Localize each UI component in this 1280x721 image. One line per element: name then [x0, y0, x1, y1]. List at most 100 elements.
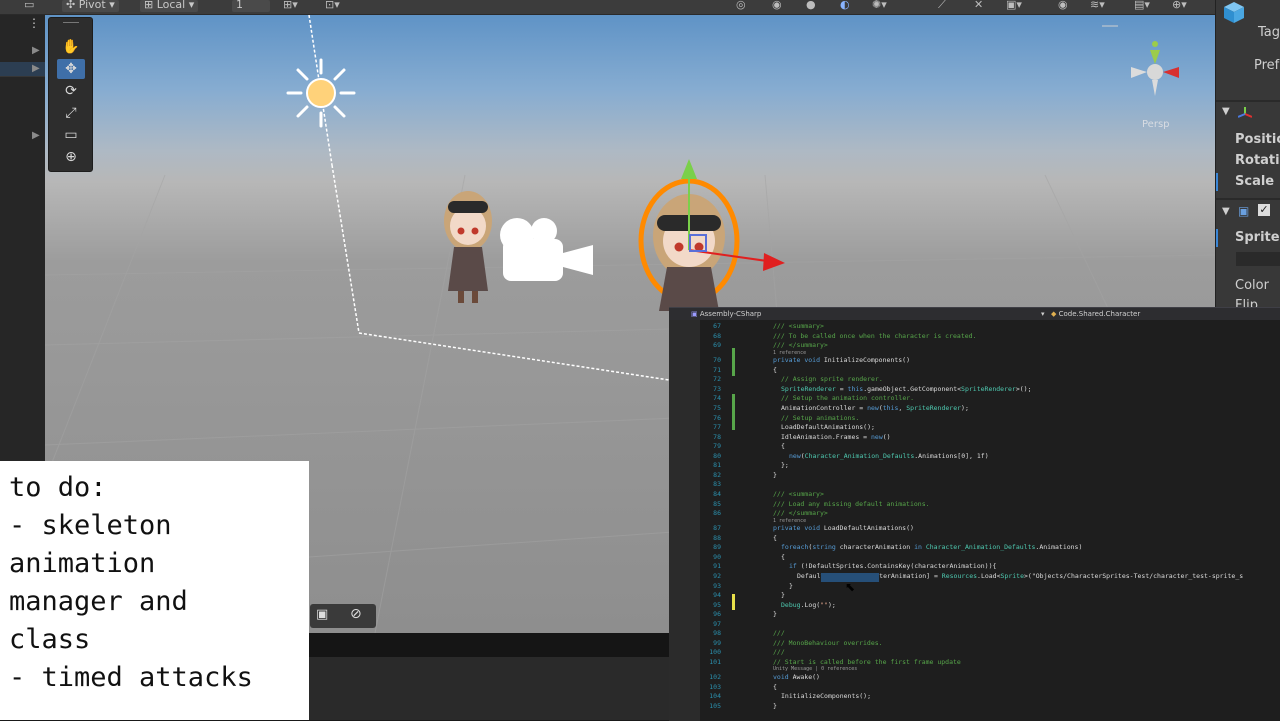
shading-mode-icon[interactable]: ◉	[772, 0, 782, 12]
compass-icon[interactable]: ⊘	[350, 606, 362, 622]
line-number: 72	[713, 375, 721, 384]
orientation-gizmo[interactable]	[1131, 41, 1179, 96]
grid-snap-icon[interactable]: ⊞▾	[283, 0, 298, 12]
local-dropdown[interactable]: ⊞ Local ▾	[140, 0, 199, 12]
code-line[interactable]: /// </summary>	[773, 509, 828, 517]
code-line[interactable]: }	[789, 582, 793, 590]
rect-tool-icon[interactable]: ▭	[57, 125, 85, 145]
code-line[interactable]: new(Character_Animation_Defaults.Animati…	[789, 452, 989, 460]
line-number: 94	[713, 591, 721, 600]
code-line[interactable]: // Start is called before the first fram…	[773, 658, 961, 666]
code-line[interactable]: foreach(string characterAnimation in Cha…	[781, 543, 1082, 551]
line-number: 81	[713, 461, 721, 470]
project-dropdown-label: Assembly-CSharp	[699, 310, 762, 318]
code-line[interactable]: InitializeComponents();	[781, 692, 871, 700]
tool-handle-icon[interactable]: ⟋	[938, 0, 946, 12]
expand-arrow-icon[interactable]: ▶	[32, 63, 40, 74]
code-line[interactable]: SpriteRenderer = this.gameObject.GetComp…	[781, 385, 1032, 393]
visibility-icon[interactable]: ◉	[1058, 0, 1068, 12]
line-number: 90	[713, 552, 721, 561]
persp-label: Persp	[1142, 119, 1170, 130]
project-dropdown[interactable]: ▣ Assembly-CSharp	[691, 308, 761, 320]
codelens-annotation[interactable]: 1 reference	[773, 350, 806, 356]
hand-tool-icon[interactable]: ✋	[57, 37, 85, 57]
code-line[interactable]: {	[781, 442, 785, 450]
code-line[interactable]: AnimationController = new(this, SpriteRe…	[781, 404, 969, 412]
change-marker	[732, 348, 735, 376]
code-line[interactable]: };	[781, 461, 789, 469]
code-editor[interactable]: ▣ Assembly-CSharp ▾ ◆ Code.Shared.Charac…	[669, 307, 1280, 721]
expand-arrow-icon[interactable]: ▶	[32, 45, 40, 56]
code-line[interactable]: LoadDefaultAnimations();	[781, 423, 875, 431]
layers-icon[interactable]: ≋▾	[1090, 0, 1105, 12]
split-handle[interactable]	[669, 308, 679, 320]
class-dropdown[interactable]: ◆ Code.Shared.Character	[1051, 308, 1140, 320]
hidden-objects-icon[interactable]: ✕	[974, 0, 983, 12]
code-line[interactable]: }	[781, 591, 785, 599]
code-line[interactable]: }	[773, 471, 777, 479]
palette-grip[interactable]	[63, 22, 79, 23]
code-line[interactable]: /// </summary>	[773, 341, 828, 349]
code-line[interactable]: Debug.Log("");	[781, 601, 836, 609]
camera-bounds	[308, 15, 670, 381]
code-line[interactable]: }	[773, 702, 777, 710]
code-line[interactable]: /// To be called once when the character…	[773, 332, 977, 340]
code-line[interactable]: /// Load any missing default animations.	[773, 500, 930, 508]
code-line[interactable]: {	[773, 683, 777, 691]
code-line[interactable]: // Assign sprite renderer.	[781, 375, 883, 383]
code-line[interactable]: private void InitializeComponents()	[773, 356, 910, 364]
move-tool-icon[interactable]: ✥	[57, 59, 85, 79]
light-icon[interactable]	[286, 58, 356, 128]
code-line[interactable]: /// <summary>	[773, 322, 824, 330]
code-line[interactable]: IdleAnimation.Frames = new()	[781, 433, 891, 441]
more-options-icon[interactable]: ⋮	[28, 16, 40, 30]
code-line[interactable]: ///	[773, 648, 785, 656]
code-line[interactable]: {	[773, 534, 777, 542]
divider	[1216, 198, 1280, 200]
code-line[interactable]: // Setup animations.	[781, 414, 859, 422]
chevron-down-icon[interactable]: ▾	[1041, 308, 1045, 320]
line-number: 100	[709, 648, 721, 657]
shaded-icon[interactable]: ●	[806, 0, 816, 12]
change-marker	[732, 594, 735, 610]
code-line[interactable]: void Awake()	[773, 673, 820, 681]
line-number: 87	[713, 524, 721, 533]
window-menu-icon[interactable]: ▭	[24, 0, 34, 12]
todo-note-text: to do: - skeleton animation manager and …	[9, 472, 253, 693]
codelens-annotation[interactable]: Unity Message | 0 references	[773, 666, 857, 672]
code-line[interactable]: if (!DefaultSprites.ContainsKey(characte…	[789, 562, 996, 570]
code-line[interactable]: ///	[773, 629, 785, 637]
collapse-arrow-icon[interactable]: ▼	[1222, 206, 1230, 217]
tool-palette: ✋ ✥ ⟳ ⤢ ▭ ⊕	[48, 17, 93, 172]
layout-icon[interactable]: ▤▾	[1134, 0, 1150, 12]
code-line[interactable]: private void LoadDefaultAnimations()	[773, 524, 914, 532]
rotate-tool-icon[interactable]: ⟳	[57, 81, 85, 101]
increment-snap-icon[interactable]: ⊡▾	[325, 0, 340, 12]
code-line[interactable]: /// <summary>	[773, 490, 824, 498]
code-line[interactable]: {	[773, 366, 777, 374]
camera-preview-icon[interactable]: ▣	[316, 607, 328, 622]
todo-note: to do: - skeleton animation manager and …	[0, 461, 309, 720]
code-line[interactable]: // Setup the animation controller.	[781, 394, 914, 402]
sprite-field[interactable]	[1236, 252, 1280, 266]
code-line[interactable]: /// MonoBehaviour overrides.	[773, 639, 883, 647]
line-number: 96	[713, 610, 721, 619]
pivot-dropdown[interactable]: ✣ Pivot ▾	[62, 0, 119, 12]
2d-mode-icon[interactable]: ◐	[840, 0, 850, 12]
draw-mode-icon[interactable]: ◎	[736, 0, 746, 12]
enabled-checkbox[interactable]: ✓	[1258, 204, 1270, 216]
gizmos-dropdown-icon[interactable]: ⊕▾	[1172, 0, 1187, 12]
collapse-arrow-icon[interactable]: ▼	[1222, 106, 1230, 117]
gizmos-toggle-icon[interactable]: ▣▾	[1006, 0, 1022, 12]
expand-arrow-icon[interactable]: ▶	[32, 130, 40, 141]
code-line[interactable]: }	[773, 610, 777, 618]
pivot-label: Pivot	[78, 0, 106, 11]
csharp-project-icon: ▣	[691, 310, 698, 318]
transform-tool-icon[interactable]: ⊕	[57, 147, 85, 167]
codelens-annotation[interactable]: 1 reference	[773, 518, 806, 524]
code-line[interactable]: {	[781, 553, 785, 561]
effects-icon[interactable]: ✺▾	[872, 0, 887, 12]
scale-tool-icon[interactable]: ⤢	[57, 103, 85, 123]
snap-increment-field[interactable]: 1	[232, 0, 270, 12]
camera-icon[interactable]	[500, 218, 593, 281]
